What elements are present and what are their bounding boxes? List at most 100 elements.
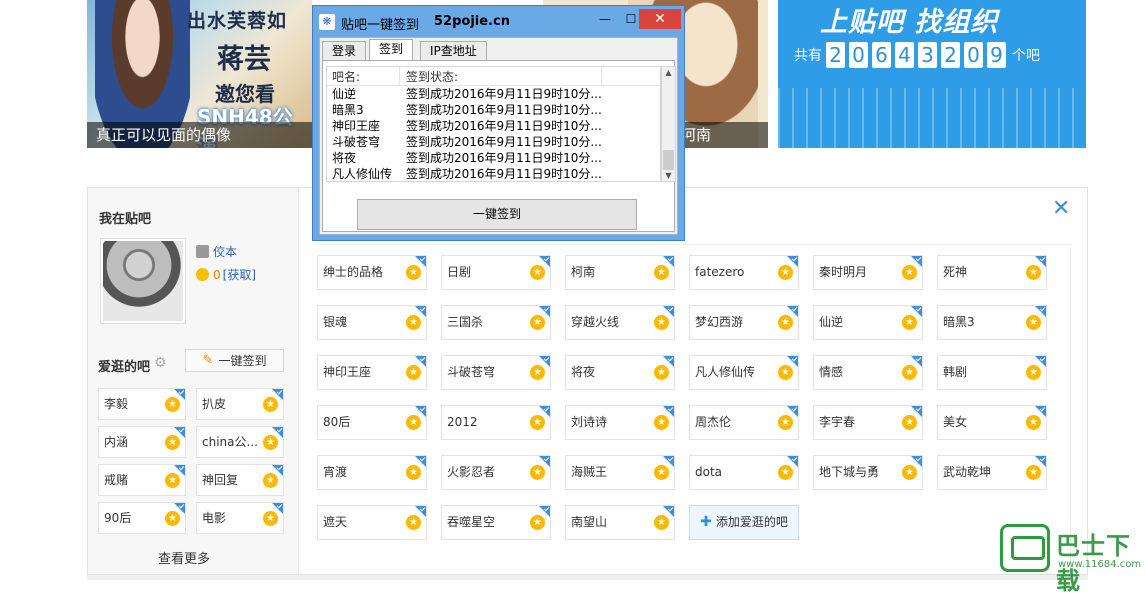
favorites-title: 爱逛的吧 xyxy=(98,360,151,375)
tieba-tile[interactable]: 梦幻西游 ★ xyxy=(689,305,799,340)
tieba-tile[interactable]: 周杰伦 ★ xyxy=(689,405,799,440)
username-link[interactable]: 佼本 xyxy=(196,243,237,260)
tieba-tile[interactable]: 凡人修仙传 ★ xyxy=(689,355,799,390)
tieba-tile[interactable]: 宵渡 ★ xyxy=(317,455,427,490)
check-corner-icon xyxy=(663,406,674,417)
column-name[interactable]: 吧名: xyxy=(332,68,360,85)
banner-find-group[interactable]: 上贴吧 找组织 共有 20643209 个吧 xyxy=(778,0,1086,148)
one-key-sign-button[interactable]: ✎ 一键签到 xyxy=(185,349,284,372)
tieba-tile[interactable]: 吞噬星空 ★ xyxy=(441,505,551,540)
tieba-tile-label: 南望山 xyxy=(571,515,608,529)
check-corner-icon xyxy=(415,456,426,467)
favorite-item[interactable]: 戒赌 ★ xyxy=(98,464,186,496)
favorite-item[interactable]: 内涵 ★ xyxy=(98,426,186,458)
tieba-tile[interactable]: 暗黑3 ★ xyxy=(937,305,1047,340)
check-corner-icon xyxy=(1035,306,1046,317)
see-more-link[interactable]: 查看更多 xyxy=(158,548,210,567)
tieba-tile[interactable]: 神印王座 ★ xyxy=(317,355,427,390)
tieba-tile[interactable]: 2012 ★ xyxy=(441,405,551,440)
tieba-tile[interactable]: 三国杀 ★ xyxy=(441,305,551,340)
favorite-item[interactable]: 90后 ★ xyxy=(98,502,186,534)
tieba-tile[interactable]: 南望山 ★ xyxy=(565,505,675,540)
tieba-tile[interactable]: 美女 ★ xyxy=(937,405,1047,440)
scroll-up-icon[interactable]: ▲ xyxy=(662,68,675,77)
tieba-tile[interactable]: dota ★ xyxy=(689,455,799,490)
tieba-tile[interactable]: 武动乾坤 ★ xyxy=(937,455,1047,490)
banner-snh48[interactable]: 出水芙蓉如 蒋芸 邀您看 SNH48公演 真正可以见面的偶像 xyxy=(87,0,312,148)
star-icon: ★ xyxy=(778,465,793,480)
list-scrollbar[interactable]: ▲ ▼ xyxy=(661,66,676,182)
tieba-tile[interactable]: 斗破苍穹 ★ xyxy=(441,355,551,390)
check-corner-icon xyxy=(663,356,674,367)
star-icon: ★ xyxy=(406,365,421,380)
favorite-item[interactable]: 电影 ★ xyxy=(196,502,284,534)
list-row[interactable]: 神印王座 签到成功2016年9月11日9时10分... xyxy=(327,118,660,134)
one-key-sign-button[interactable]: 一键签到 xyxy=(357,199,637,230)
tieba-tile[interactable]: 日剧 ★ xyxy=(441,255,551,290)
tieba-tile[interactable]: 银魂 ★ xyxy=(317,305,427,340)
tieba-tile[interactable]: 海贼王 ★ xyxy=(565,455,675,490)
column-status[interactable]: 签到状态: xyxy=(406,68,458,85)
tieba-tile[interactable]: 死神 ★ xyxy=(937,255,1047,290)
dialog-titlebar[interactable]: ❋ 贴吧一键签到 52pojie.cn — ☐ ✕ xyxy=(313,6,684,36)
tieba-tile[interactable]: 火影忍者 ★ xyxy=(441,455,551,490)
tieba-tile[interactable]: 穿越火线 ★ xyxy=(565,305,675,340)
count-digit: 2 xyxy=(826,42,845,68)
favorite-item[interactable]: china公... ★ xyxy=(196,426,284,458)
row-status: 签到成功2016年9月11日9时10分... xyxy=(406,103,602,117)
add-favorite-button[interactable]: ✚ 添加爱逛的吧 xyxy=(689,505,799,540)
tieba-tile-label: 情感 xyxy=(819,365,844,379)
tieba-tile-label: 穿越火线 xyxy=(571,315,620,329)
minimize-button[interactable]: — xyxy=(591,9,619,29)
tieba-tile-label: 绅士的品格 xyxy=(323,265,384,279)
tieba-tile[interactable]: 地下城与勇 ★ xyxy=(813,455,923,490)
tieba-tile[interactable]: 李宇春 ★ xyxy=(813,405,923,440)
star-icon: ★ xyxy=(654,265,669,280)
avatar[interactable] xyxy=(100,238,186,324)
tieba-tile[interactable]: 仙逆 ★ xyxy=(813,305,923,340)
list-row[interactable]: 斗破苍穹 签到成功2016年9月11日9时10分... xyxy=(327,134,660,150)
scroll-down-icon[interactable]: ▼ xyxy=(662,171,675,180)
close-icon[interactable]: ✕ xyxy=(1052,198,1070,220)
list-row[interactable]: 凡人修仙传 签到成功2016年9月11日9时10分... xyxy=(327,166,660,181)
tieba-tile-label: 三国杀 xyxy=(447,315,484,329)
list-row[interactable]: 将夜 签到成功2016年9月11日9时10分... xyxy=(327,150,660,166)
count-digit: 2 xyxy=(941,42,960,68)
tieba-tile[interactable]: 柯南 ★ xyxy=(565,255,675,290)
watermark: 巴士下载 www.11684.com xyxy=(1000,524,1146,595)
favorite-item[interactable]: 神回复 ★ xyxy=(196,464,284,496)
star-icon: ★ xyxy=(654,465,669,480)
tieba-tile[interactable]: 将夜 ★ xyxy=(565,355,675,390)
tdou-get-link[interactable]: [获取] xyxy=(223,266,256,283)
tab-login[interactable]: 登录 xyxy=(322,41,367,60)
tieba-tile[interactable]: 80后 ★ xyxy=(317,405,427,440)
tieba-tile-label: 周杰伦 xyxy=(695,415,732,429)
favorite-item-label: 神回复 xyxy=(202,473,239,487)
star-icon: ★ xyxy=(778,365,793,380)
check-corner-icon xyxy=(911,456,922,467)
check-corner-icon xyxy=(787,456,798,467)
check-corner-icon xyxy=(539,506,550,517)
tab-sign[interactable]: 签到 xyxy=(369,39,414,60)
tieba-tile[interactable]: 秦时明月 ★ xyxy=(813,255,923,290)
tieba-tile[interactable]: 刘诗诗 ★ xyxy=(565,405,675,440)
list-row[interactable]: 暗黑3 签到成功2016年9月11日9时10分... xyxy=(327,102,660,118)
tieba-tile[interactable]: 遮天 ★ xyxy=(317,505,427,540)
close-button[interactable]: ✕ xyxy=(639,9,681,29)
tieba-tile[interactable]: 绅士的品格 ★ xyxy=(317,255,427,290)
tieba-tile[interactable]: 韩剧 ★ xyxy=(937,355,1047,390)
tieba-tile[interactable]: 情感 ★ xyxy=(813,355,923,390)
tab-ip-lookup[interactable]: IP查地址 xyxy=(420,41,487,60)
dialog-title: 贴吧一键签到 xyxy=(341,18,420,33)
tdou-count: 0 xyxy=(213,267,221,282)
tieba-tile-label: 吞噬星空 xyxy=(447,515,496,529)
sign-result-list[interactable]: 吧名: 签到状态: 仙逆 签到成功2016年9月11日9时10分... 暗黑3 签到成… xyxy=(326,66,661,182)
tieba-tile[interactable]: fatezero ★ xyxy=(689,255,799,290)
tieba-tile-label: 李宇春 xyxy=(819,415,856,429)
scroll-thumb[interactable] xyxy=(663,150,674,170)
favorite-item[interactable]: 扒皮 ★ xyxy=(196,388,284,420)
favorite-item[interactable]: 李毅 ★ xyxy=(98,388,186,420)
check-corner-icon xyxy=(415,506,426,517)
gear-icon[interactable]: ⚙ xyxy=(154,356,167,370)
list-row[interactable]: 仙逆 签到成功2016年9月11日9时10分... xyxy=(327,86,660,102)
